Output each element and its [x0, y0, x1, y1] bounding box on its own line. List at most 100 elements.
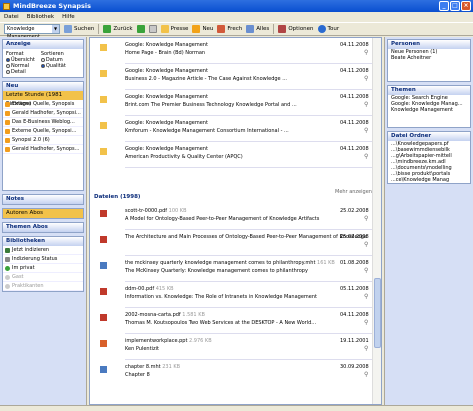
refresh-icon: [148, 25, 157, 33]
index-now-label: Jetzt indizieren: [12, 246, 50, 253]
entry-source: Google: Knowledge Management: [125, 42, 208, 48]
folder-item[interactable]: ...ce\Knowledge Manag: [388, 177, 470, 183]
context-select[interactable]: Knowledge Management ▼: [4, 24, 60, 40]
magnifier-icon[interactable]: ⚲: [364, 371, 368, 378]
search-button[interactable]: Suchen: [64, 25, 94, 33]
file-entry[interactable]: The Architecture and Main Processes of O…: [90, 232, 372, 256]
file-size: 415 KB: [155, 286, 174, 292]
menu-hilfe[interactable]: Hilfe: [62, 14, 75, 20]
minimize-button[interactable]: _: [439, 1, 449, 11]
file-entry[interactable]: chapter 8.mht 231 KB Chapter 8 30.09.200…: [90, 362, 372, 386]
result-entry[interactable]: Google: Knowledge Management Brint.com T…: [90, 92, 372, 116]
title-bar: MindBreeze Synapsis _ □ ×: [0, 0, 473, 12]
status-dot-icon: [5, 283, 10, 289]
close-button[interactable]: ×: [461, 1, 471, 11]
file-entry[interactable]: scott-tr-0000.pdf 100 KB A Model for Ont…: [90, 206, 372, 230]
notes-header[interactable]: Notes: [3, 195, 83, 204]
result-entry[interactable]: Google: Knowledge Management Business 2.…: [90, 66, 372, 90]
entry-source: Google: Knowledge Management: [125, 68, 208, 74]
feed-item[interactable]: Externe Quelle, Synopsis: [3, 100, 83, 109]
refresh-button[interactable]: [148, 25, 157, 33]
note-icon: [100, 148, 107, 155]
autoren-abos[interactable]: Autoren Abos: [3, 209, 83, 218]
magnifier-icon[interactable]: ⚲: [364, 49, 368, 56]
magnifier-icon[interactable]: ⚲: [364, 241, 368, 248]
feed-item[interactable]: Das E-Business Weblog...: [3, 118, 83, 127]
file-date: 05.11.2008: [340, 286, 369, 292]
alles-button[interactable]: Alles: [246, 25, 269, 33]
file-entry[interactable]: 2002-mosna-carta.pdf 1.581 KB Thomas M. …: [90, 310, 372, 334]
magnifier-icon[interactable]: ⚲: [364, 75, 368, 82]
magnifier-icon[interactable]: ⚲: [364, 101, 368, 108]
help-icon: [317, 25, 326, 33]
index-status-link[interactable]: Indizierung Status: [3, 255, 83, 264]
entry-source: Google: Knowledge Management: [125, 94, 208, 100]
notes-panel: Notes: [2, 194, 84, 205]
magnifier-icon[interactable]: ⚲: [364, 319, 368, 326]
menu-datei[interactable]: Datei: [4, 14, 19, 20]
magnifier-icon[interactable]: ⚲: [364, 345, 368, 352]
frech-button[interactable]: Frech: [217, 25, 242, 33]
file-date: 19.11.2001: [340, 338, 369, 344]
file-name: implementworkplace.ppt 2.976 KB: [125, 338, 212, 344]
optionen-button[interactable]: Optionen: [278, 25, 314, 33]
left-sidebar: Anzeige Format Übersicht Normal Detail S…: [0, 37, 87, 405]
sort-option-qualitaet[interactable]: Qualität: [40, 63, 66, 69]
files-section-header: Dateien (1998): [94, 194, 141, 200]
magnifier-icon[interactable]: ⚲: [364, 215, 368, 222]
web-page-icon: [100, 262, 107, 269]
back-button[interactable]: Zurück: [103, 25, 133, 33]
entry-title: American Productivity & Quality Center (…: [125, 154, 243, 160]
index-now-link[interactable]: Jetzt indizieren: [3, 246, 83, 255]
feed-item[interactable]: Externe Quelle, Synopsi...: [3, 127, 83, 136]
file-name-text: ddm-00.pdf: [125, 286, 155, 292]
result-entry[interactable]: Google: Knowledge Management American Pr…: [90, 144, 372, 168]
scrollbar-thumb[interactable]: [374, 278, 381, 348]
themen-abos-header[interactable]: Themen Abos: [3, 223, 83, 232]
bibliotheken-header: Bibliotheken: [3, 237, 83, 246]
toolbar-separator: [273, 24, 275, 34]
note-icon: [100, 122, 107, 129]
results-pane: Google: Knowledge Management Home Page -…: [89, 37, 382, 405]
file-entry[interactable]: the mckinsey quarterly knowledge managem…: [90, 258, 372, 282]
format-option-detail[interactable]: Detail: [6, 69, 35, 75]
feed-item[interactable]: Synopsi 2.0 (6): [3, 136, 83, 145]
menu-bibliothek[interactable]: Bibliothek: [27, 14, 54, 20]
magnifier-icon[interactable]: ⚲: [364, 267, 368, 274]
file-title: A Model for Ontology-Based Peer-to-Peer …: [125, 216, 320, 222]
personen-header: Personen: [388, 40, 470, 49]
entry-date: 04.11.2008: [340, 94, 369, 100]
result-entry[interactable]: Google: Knowledge Management Kmforum - K…: [90, 118, 372, 142]
magnifier-icon[interactable]: ⚲: [364, 293, 368, 300]
feed-icon: [5, 101, 10, 107]
ordner-header: Datei Ordner: [388, 132, 470, 141]
feed-item[interactable]: Gerald Hadhofer, Synopsi...: [3, 109, 83, 118]
entry-date: 04.11.2008: [340, 68, 369, 74]
tour-button[interactable]: Tour: [317, 25, 339, 33]
right-sidebar: Personen Neue Personen (1) Beate Acheitn…: [384, 37, 473, 405]
star-icon: [192, 25, 201, 33]
personen-panel: Personen Neue Personen (1) Beate Acheitn…: [387, 39, 471, 82]
divider: [125, 229, 372, 230]
forward-button[interactable]: [136, 25, 145, 33]
file-name-text: implementworkplace.ppt: [125, 338, 188, 344]
presse-button[interactable]: Presse: [160, 25, 188, 33]
result-entry[interactable]: Google: Knowledge Management Home Page -…: [90, 40, 372, 64]
file-name-text: 2002-mosna-carta.pdf: [125, 312, 181, 318]
show-more-link[interactable]: Mehr anzeigen: [335, 189, 372, 195]
neu-last-hour[interactable]: Letzte Stunde (1981 Einträge): [3, 91, 83, 107]
entry-source: Google: Knowledge Management: [125, 146, 208, 152]
magnifier-icon[interactable]: ⚲: [364, 153, 368, 160]
magnifier-icon[interactable]: ⚲: [364, 127, 368, 134]
file-entry[interactable]: implementworkplace.ppt 2.976 KB Ken Pule…: [90, 336, 372, 360]
results-scrollbar[interactable]: [372, 38, 381, 404]
maximize-button[interactable]: □: [450, 1, 460, 11]
grid-icon: [246, 25, 255, 33]
feed-icon: [5, 128, 10, 134]
format-option-label: Detail: [11, 69, 26, 75]
feed-item[interactable]: Gerald Hadhofer, Synops...: [3, 145, 83, 154]
neu-button[interactable]: Neu: [192, 25, 213, 33]
search-icon: [64, 25, 72, 33]
file-entry[interactable]: ddm-00.pdf 415 KB Information vs. Knowle…: [90, 284, 372, 308]
feed-item-label: Synopsi 2.0 (6): [12, 136, 50, 143]
